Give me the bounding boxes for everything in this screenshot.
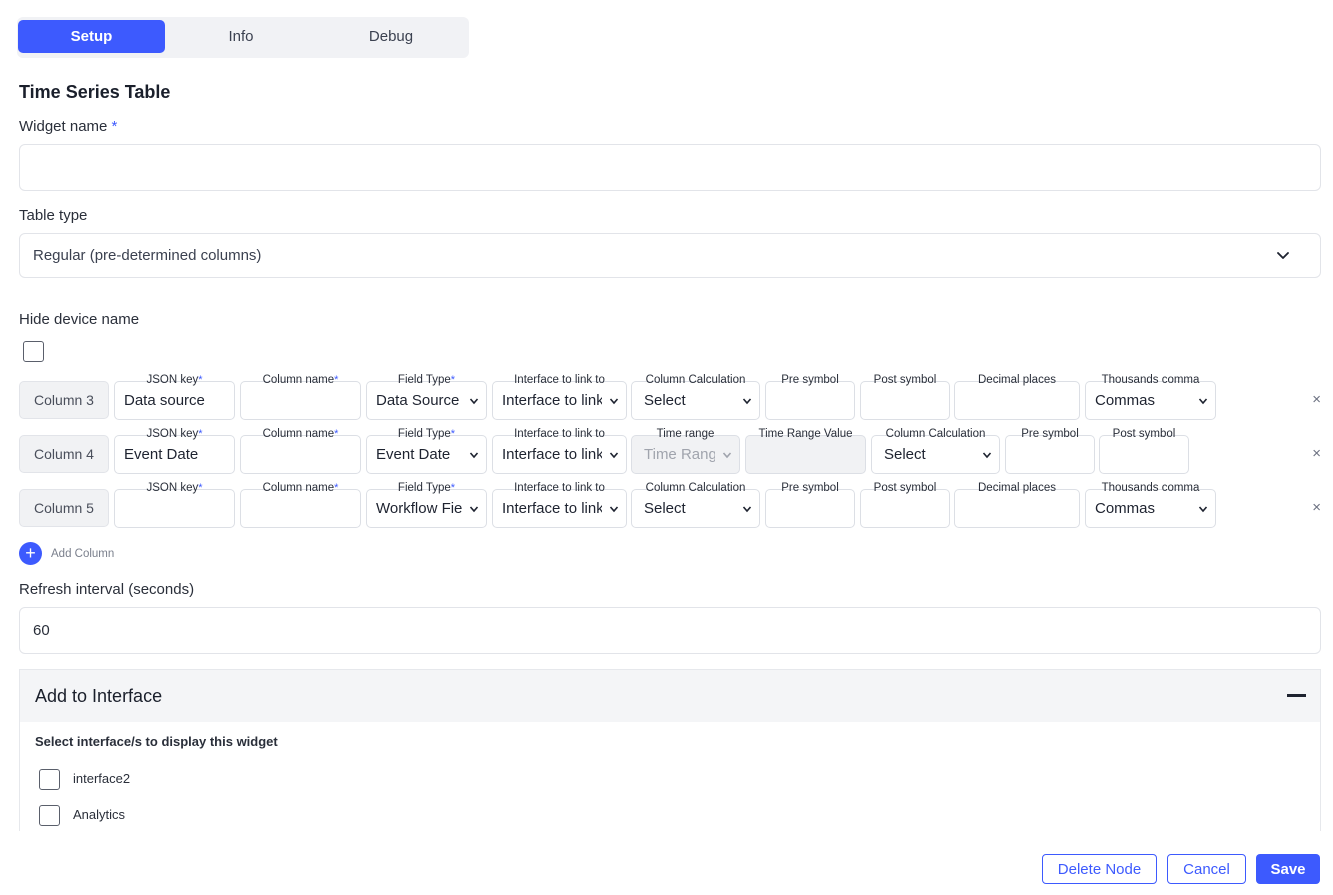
panel-subtitle: Select interface/s to display this widge… xyxy=(35,734,278,749)
json-key-field[interactable]: JSON key* Data source xyxy=(114,374,235,420)
field-type-select[interactable]: Field Type* Workflow Field xyxy=(366,482,487,528)
page-title: Time Series Table xyxy=(19,82,171,102)
panel-header[interactable]: Add to Interface xyxy=(20,670,1320,722)
chevron-down-icon xyxy=(1198,506,1208,513)
hide-device-checkbox[interactable] xyxy=(23,341,44,362)
column-name-field[interactable]: Column name* xyxy=(240,428,361,474)
chevron-down-icon xyxy=(609,452,619,459)
post-symbol-field[interactable]: Post symbol xyxy=(860,482,950,528)
chevron-down-icon xyxy=(1198,398,1208,405)
tab-bar: Setup Info Debug xyxy=(17,17,469,58)
json-key-field[interactable]: JSON key* xyxy=(114,482,235,528)
column-tag: Column 3 xyxy=(19,381,109,419)
save-button[interactable]: Save xyxy=(1256,854,1320,884)
pre-symbol-field[interactable]: Pre symbol xyxy=(765,482,855,528)
field-type-select[interactable]: Field Type* Event Date xyxy=(366,428,487,474)
chevron-down-icon xyxy=(609,398,619,405)
column-name-field[interactable]: Column name* xyxy=(240,482,361,528)
delete-node-button[interactable]: Delete Node xyxy=(1042,854,1157,884)
remove-column-button[interactable]: × xyxy=(1312,391,1321,408)
column-calculation-select[interactable]: Column Calculation Select xyxy=(631,482,760,528)
field-type-select[interactable]: Field Type* Data Source xyxy=(366,374,487,420)
thousands-comma-select[interactable]: Thousands comma Commas xyxy=(1085,482,1216,528)
panel-title: Add to Interface xyxy=(35,686,163,706)
tab-info[interactable]: Info xyxy=(167,20,315,53)
decimal-places-field[interactable]: Decimal places xyxy=(954,374,1080,420)
chevron-down-icon xyxy=(742,398,752,405)
collapse-icon[interactable] xyxy=(1287,694,1306,697)
cancel-button[interactable]: Cancel xyxy=(1167,854,1246,884)
chevron-down-icon xyxy=(469,398,479,405)
add-column-label: Add Column xyxy=(51,547,115,560)
chevron-down-icon xyxy=(722,452,732,459)
column-tag: Column 4 xyxy=(19,435,109,473)
pre-symbol-field[interactable]: Pre symbol xyxy=(1005,428,1095,474)
chevron-down-icon xyxy=(982,452,992,459)
widget-name-label: Widget name * xyxy=(19,118,118,135)
chevron-down-icon xyxy=(742,506,752,513)
add-column-button[interactable]: + xyxy=(19,542,42,565)
column-row: Column 4 JSON key* Event Date Column nam… xyxy=(19,428,1329,474)
column-calculation-select[interactable]: Column Calculation Select xyxy=(871,428,1000,474)
refresh-interval-label: Refresh interval (seconds) xyxy=(19,581,195,598)
hide-device-label: Hide device name xyxy=(19,311,140,328)
chevron-down-icon xyxy=(1277,252,1289,259)
pre-symbol-field[interactable]: Pre symbol xyxy=(765,374,855,420)
refresh-interval-input[interactable] xyxy=(19,607,1321,654)
column-name-field[interactable]: Column name* xyxy=(240,374,361,420)
thousands-comma-select[interactable]: Thousands comma Commas xyxy=(1085,374,1216,420)
post-symbol-field[interactable]: Post symbol xyxy=(1099,428,1189,474)
interface-link-select[interactable]: Interface to link to Interface to link t… xyxy=(492,428,627,474)
table-type-label: Table type xyxy=(19,207,88,224)
add-column-control[interactable]: + Add Column xyxy=(19,542,114,565)
time-range-select[interactable]: Time range Time Range xyxy=(631,428,740,474)
widget-name-input[interactable] xyxy=(19,144,1321,191)
interface-link-select[interactable]: Interface to link to Interface to link t… xyxy=(492,482,627,528)
column-calculation-select[interactable]: Column Calculation Select xyxy=(631,374,760,420)
interface-option-checkbox[interactable] xyxy=(39,769,60,790)
column-row: Column 3 JSON key* Data source Column na… xyxy=(19,374,1329,420)
add-to-interface-panel: Add to Interface Select interface/s to d… xyxy=(19,669,1321,831)
post-symbol-field[interactable]: Post symbol xyxy=(860,374,950,420)
time-range-value-field[interactable]: Time Range Value xyxy=(745,428,866,474)
interface-option-label: Analytics xyxy=(73,807,126,822)
tab-setup[interactable]: Setup xyxy=(18,20,165,53)
table-type-value: Regular (pre-determined columns) xyxy=(33,247,262,264)
column-tag: Column 5 xyxy=(19,489,109,527)
interface-option-checkbox[interactable] xyxy=(39,805,60,826)
remove-column-button[interactable]: × xyxy=(1312,499,1321,516)
chevron-down-icon xyxy=(469,506,479,513)
remove-column-button[interactable]: × xyxy=(1312,445,1321,462)
json-key-field[interactable]: JSON key* Event Date xyxy=(114,428,235,474)
interface-option-label: interface2 xyxy=(73,771,131,786)
chevron-down-icon xyxy=(609,506,619,513)
column-row: Column 5 JSON key* Column name* Field Ty… xyxy=(19,482,1329,528)
decimal-places-field[interactable]: Decimal places xyxy=(954,482,1080,528)
chevron-down-icon xyxy=(469,452,479,459)
interface-link-select[interactable]: Interface to link to Interface to link t… xyxy=(492,374,627,420)
tab-debug[interactable]: Debug xyxy=(317,20,465,53)
table-type-select[interactable]: Regular (pre-determined columns) xyxy=(19,233,1321,278)
